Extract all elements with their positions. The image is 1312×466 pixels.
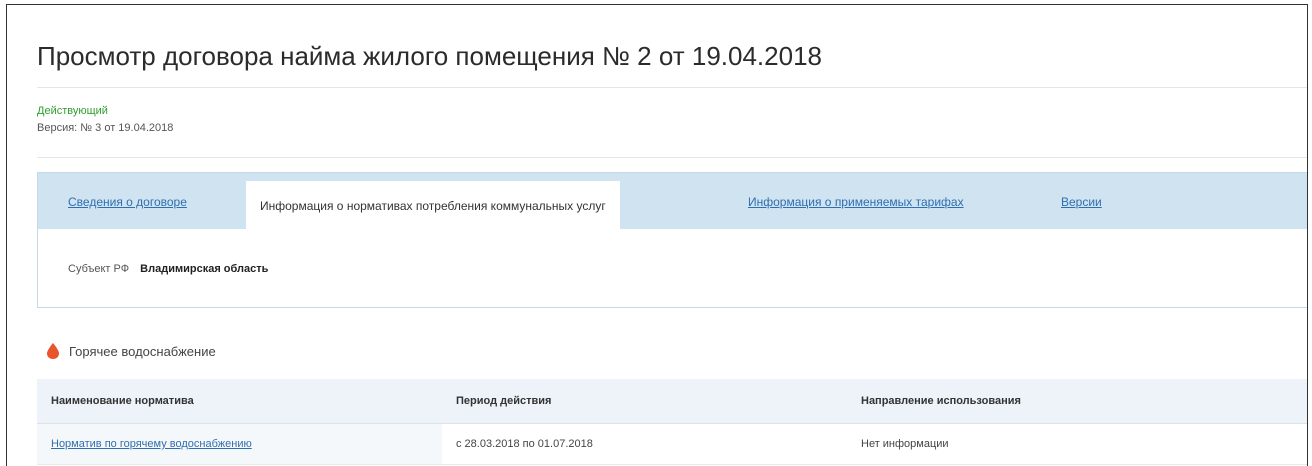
tab-tariffs[interactable]: Информация о применяемых тарифах <box>748 195 964 209</box>
table-header-row: Наименование норматива Период действия Н… <box>37 379 1307 424</box>
water-drop-icon <box>47 343 59 359</box>
tab-contract-info[interactable]: Сведения о договоре <box>68 195 187 209</box>
divider <box>37 87 1307 88</box>
tab-versions[interactable]: Версии <box>1061 195 1102 209</box>
version-label: Версия: № 3 от 19.04.2018 <box>37 122 174 134</box>
column-header-period: Период действия <box>442 379 847 424</box>
column-header-name: Наименование норматива <box>37 379 442 424</box>
page-frame: Просмотр договора найма жилого помещения… <box>6 4 1308 466</box>
divider <box>37 157 1307 158</box>
section-header: Горячее водоснабжение <box>47 343 216 359</box>
section-title: Горячее водоснабжение <box>69 343 216 359</box>
tabs-panel: Сведения о договоре Информация о нормати… <box>37 172 1307 308</box>
tab-bar: Сведения о договоре Информация о нормати… <box>38 173 1307 229</box>
table-cell-period: с 28.03.2018 по 01.07.2018 <box>442 423 847 465</box>
subject-field: Субъект РФ Владимирская область <box>68 263 268 275</box>
table-row: Норматив по горячему водоснабжению с 28.… <box>37 423 1307 465</box>
column-header-usage: Направление использования <box>847 379 1307 424</box>
tab-consumption-norms[interactable]: Информация о нормативах потребления комм… <box>246 181 620 229</box>
norms-table: Наименование норматива Период действия Н… <box>37 379 1307 465</box>
table-cell-name: Норматив по горячему водоснабжению <box>37 423 442 465</box>
page-title: Просмотр договора найма жилого помещения… <box>37 41 822 71</box>
table-cell-usage: Нет информации <box>847 423 1307 465</box>
status-badge: Действующий <box>37 105 108 117</box>
subject-label: Субъект РФ <box>68 263 130 275</box>
subject-value: Владимирская область <box>140 263 269 275</box>
norm-link[interactable]: Норматив по горячему водоснабжению <box>51 438 252 450</box>
